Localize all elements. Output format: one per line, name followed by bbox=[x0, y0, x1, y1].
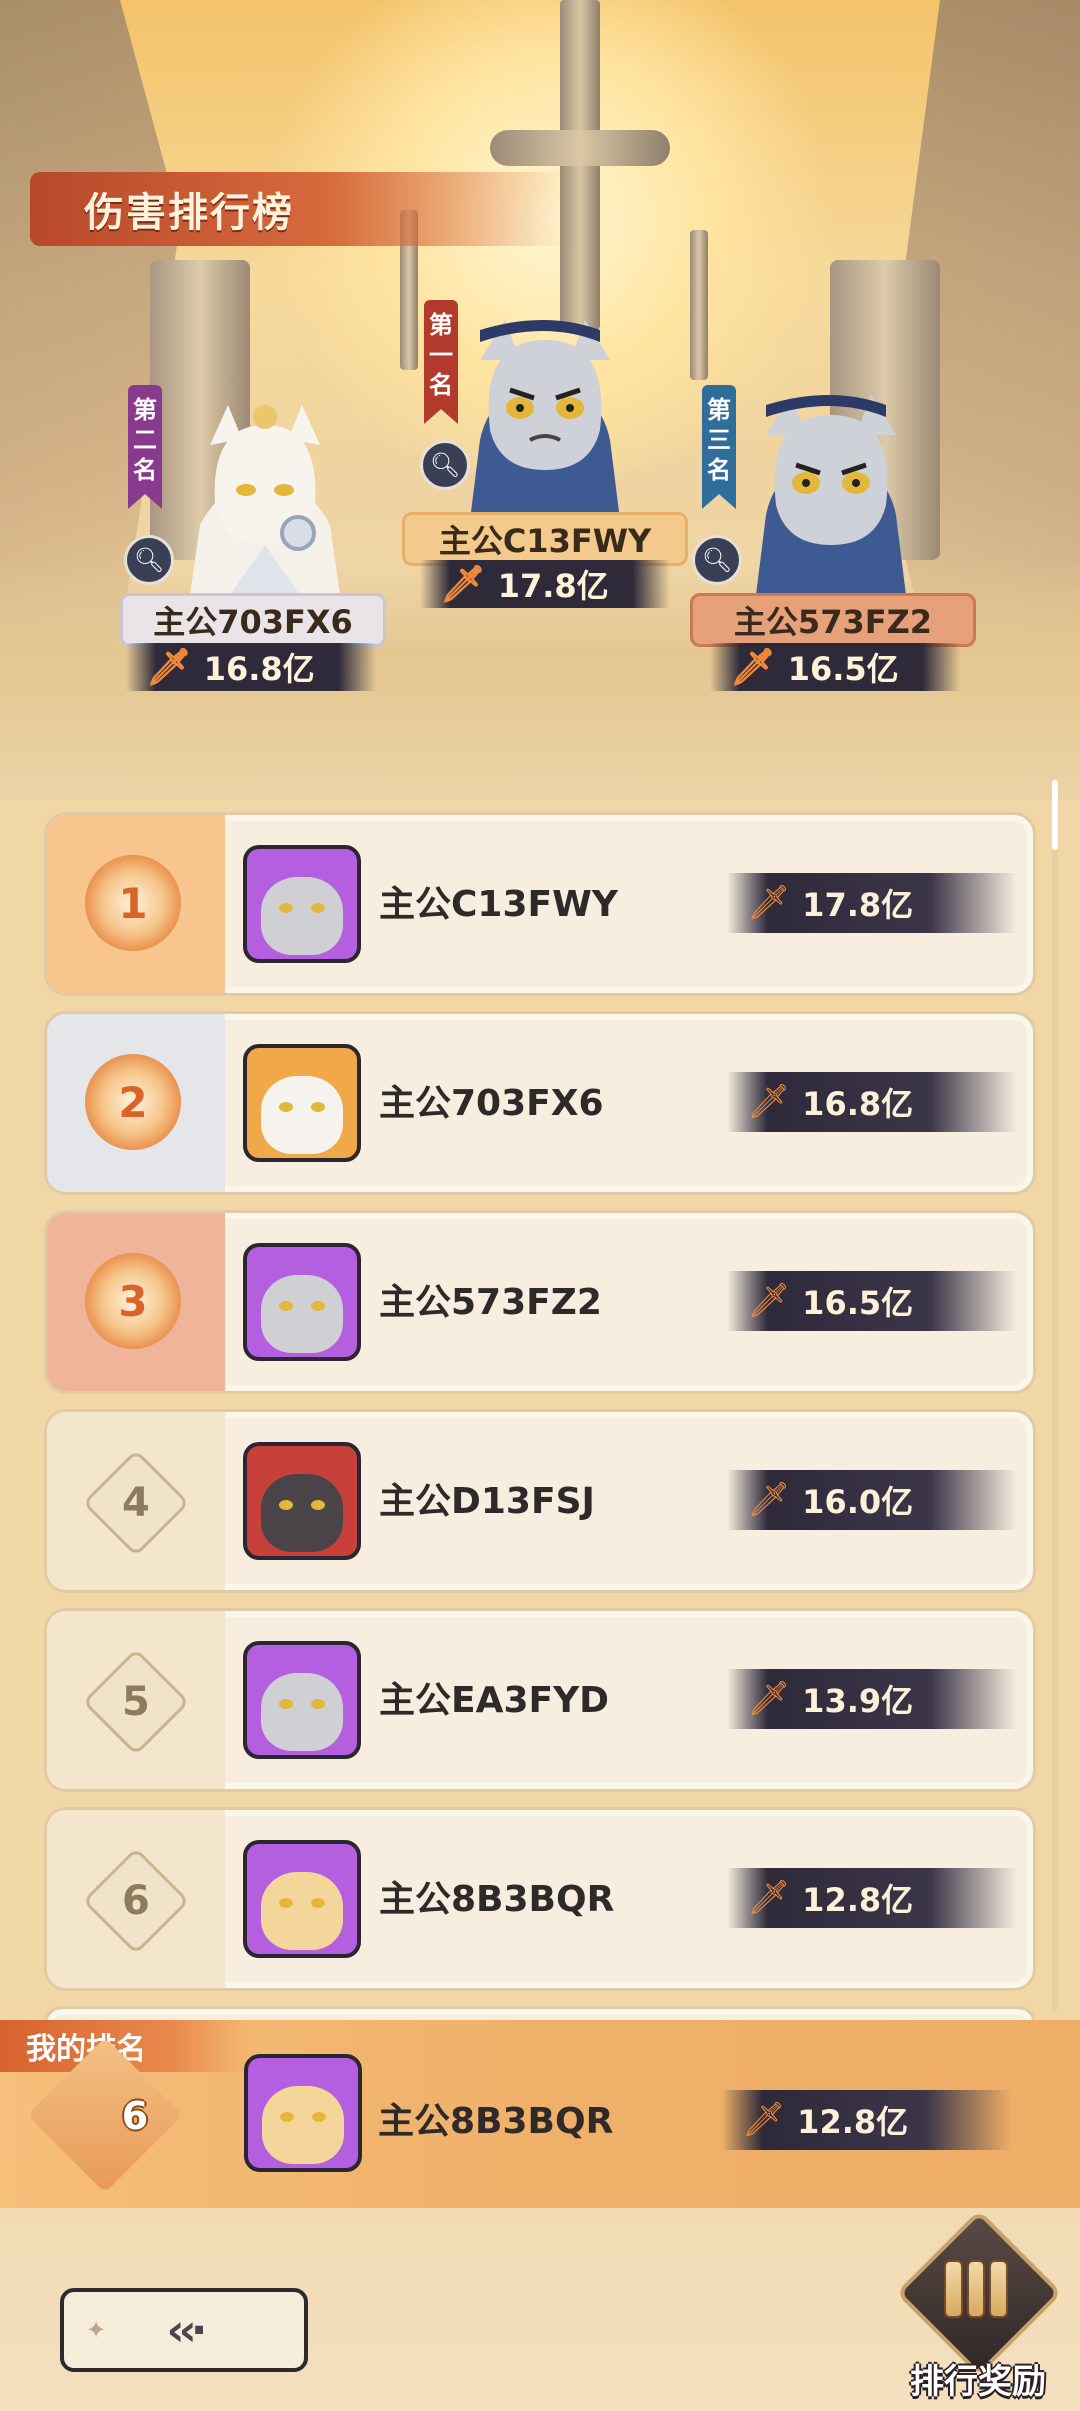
table-row[interactable]: 6 主公8B3BQR 🗡︎ 12.8亿 bbox=[44, 1807, 1036, 1991]
sword-icon: 🗡︎ bbox=[747, 1878, 791, 1918]
avatar[interactable] bbox=[243, 845, 361, 963]
podium-damage: 🗡︎ 17.8亿 bbox=[420, 560, 670, 608]
avatar[interactable] bbox=[243, 1044, 361, 1162]
rank-diamond-badge: 4 bbox=[82, 1449, 190, 1557]
back-button[interactable]: ✦ ‹‹· bbox=[60, 2288, 308, 2372]
rank-flame-badge: 1 bbox=[85, 855, 181, 951]
player-damage-value: 17.8亿 bbox=[802, 886, 914, 924]
search-icon[interactable]: 🔍︎ bbox=[692, 535, 742, 585]
player-damage-value: 16.0亿 bbox=[802, 1483, 914, 1521]
rank-column: 6 bbox=[47, 1810, 225, 1988]
my-rank-number: 6 bbox=[121, 2094, 149, 2138]
rank-column: 5 bbox=[47, 1611, 225, 1789]
rank-tag-second: 第二名 bbox=[128, 385, 162, 509]
player-damage: 🗡︎ 16.0亿 bbox=[727, 1470, 1017, 1530]
sword-icon: 🗡︎ bbox=[742, 2100, 786, 2140]
avatar[interactable] bbox=[243, 1641, 361, 1759]
rank-flame-badge: 3 bbox=[85, 1253, 181, 1349]
character-portrait bbox=[170, 395, 360, 595]
list-scrollbar[interactable] bbox=[1052, 780, 1058, 2010]
player-damage: 🗡︎ 16.5亿 bbox=[727, 1271, 1017, 1331]
podium-damage: 🗡︎ 16.8亿 bbox=[126, 643, 376, 691]
avatar[interactable] bbox=[243, 1442, 361, 1560]
rank-diamond-badge: 5 bbox=[82, 1648, 190, 1756]
character-portrait bbox=[736, 395, 926, 595]
sword-icon: 🗡︎ bbox=[747, 1679, 791, 1719]
scroll-reward-icon bbox=[944, 2260, 1009, 2318]
player-name: 主公D13FSJ bbox=[379, 1481, 595, 1522]
avatar[interactable] bbox=[243, 1243, 361, 1361]
rank-diamond-badge: 6 bbox=[82, 1847, 190, 1955]
player-damage: 🗡︎ 13.9亿 bbox=[727, 1669, 1017, 1729]
player-name: 主公573FZ2 bbox=[379, 1282, 602, 1323]
rank-tag-third: 第三名 bbox=[702, 385, 736, 509]
table-row[interactable]: 5 主公EA3FYD 🗡︎ 13.9亿 bbox=[44, 1608, 1036, 1792]
rank-number: 6 bbox=[122, 1878, 150, 1924]
avatar[interactable] bbox=[244, 2054, 362, 2172]
table-row[interactable]: 1 主公C13FWY 🗡︎ 17.8亿 bbox=[44, 812, 1036, 996]
sword-guard-decoration bbox=[490, 130, 670, 166]
player-damage-value: 13.9亿 bbox=[802, 1682, 914, 1720]
player-name: 主公703FX6 bbox=[379, 1083, 604, 1124]
my-rank-bar: 我的排名 6 主公8B3BQR 🗡︎ 12.8亿 bbox=[0, 2020, 1080, 2208]
sword-icon: 🗡︎ bbox=[747, 1480, 791, 1520]
table-row[interactable]: 2 主公703FX6 🗡︎ 16.8亿 bbox=[44, 1011, 1036, 1195]
podium-damage-value: 17.8亿 bbox=[497, 567, 609, 605]
back-arrow-icon: ‹‹· bbox=[166, 2304, 208, 2356]
rank-column: 4 bbox=[47, 1412, 225, 1590]
page-title: 伤害排行榜 bbox=[84, 190, 294, 236]
player-damage: 🗡︎ 16.8亿 bbox=[727, 1072, 1017, 1132]
sparkle-icon: ✦ bbox=[86, 2316, 107, 2344]
podium-name: 主公703FX6 bbox=[120, 593, 386, 647]
podium-damage-value: 16.8亿 bbox=[203, 650, 315, 688]
player-damage: 🗡︎ 12.8亿 bbox=[727, 1868, 1017, 1928]
rank-column: 2 bbox=[47, 1014, 225, 1192]
sword-icon: 🗡︎ bbox=[146, 647, 192, 688]
my-rank-name: 主公8B3BQR bbox=[378, 2101, 614, 2142]
avatar[interactable] bbox=[243, 1840, 361, 1958]
podium-second[interactable]: 第二名 🔍︎ 主公703FX6 🗡︎ 16.8亿 bbox=[110, 385, 410, 705]
rank-number: 4 bbox=[122, 1480, 150, 1526]
podium-first[interactable]: 第一名 🔍︎ 主公C13FWY 🗡︎ 17.8亿 bbox=[400, 300, 700, 620]
podium-name: 主公573FZ2 bbox=[690, 593, 976, 647]
bottom-bar: ✦ ‹‹· 排行奖励 bbox=[0, 2208, 1080, 2411]
sword-icon: 🗡︎ bbox=[730, 647, 776, 688]
podium-name: 主公C13FWY bbox=[402, 512, 688, 566]
sword-icon: 🗡︎ bbox=[440, 564, 486, 605]
ranking-reward-button[interactable]: 排行奖励 bbox=[895, 2209, 1063, 2404]
player-name: 主公C13FWY bbox=[379, 884, 618, 925]
rank-number: 5 bbox=[122, 1679, 150, 1725]
player-damage-value: 16.8亿 bbox=[802, 1085, 914, 1123]
player-name: 主公8B3BQR bbox=[379, 1879, 615, 1920]
table-row[interactable]: 3 主公573FZ2 🗡︎ 16.5亿 bbox=[44, 1210, 1036, 1394]
search-icon[interactable]: 🔍︎ bbox=[124, 535, 174, 585]
my-rank-damage-value: 12.8亿 bbox=[797, 2103, 909, 2141]
table-row[interactable]: 4 主公D13FSJ 🗡︎ 16.0亿 bbox=[44, 1409, 1036, 1593]
sword-icon: 🗡︎ bbox=[747, 1082, 791, 1122]
podium-damage: 🗡︎ 16.5亿 bbox=[710, 643, 960, 691]
sword-icon: 🗡︎ bbox=[747, 1281, 791, 1321]
podium-damage-value: 16.5亿 bbox=[787, 650, 899, 688]
sword-icon: 🗡︎ bbox=[747, 883, 791, 923]
rank-column: 3 bbox=[47, 1213, 225, 1391]
player-damage-value: 12.8亿 bbox=[802, 1881, 914, 1919]
rank-column: 1 bbox=[47, 815, 225, 993]
character-portrait bbox=[450, 320, 640, 520]
rank-flame-badge: 2 bbox=[85, 1054, 181, 1150]
player-damage-value: 16.5亿 bbox=[802, 1284, 914, 1322]
podium-third[interactable]: 第三名 🔍︎ 主公573FZ2 🗡︎ 16.5亿 bbox=[690, 385, 1010, 705]
ranking-reward-label: 排行奖励 bbox=[910, 2362, 1046, 2402]
player-name: 主公EA3FYD bbox=[379, 1680, 610, 1721]
scrollbar-thumb[interactable] bbox=[1052, 780, 1058, 850]
player-damage: 🗡︎ 17.8亿 bbox=[727, 873, 1017, 933]
title-banner: 伤害排行榜 bbox=[30, 172, 570, 246]
my-rank-damage: 🗡︎ 12.8亿 bbox=[722, 2090, 1012, 2150]
search-icon[interactable]: 🔍︎ bbox=[420, 440, 470, 490]
